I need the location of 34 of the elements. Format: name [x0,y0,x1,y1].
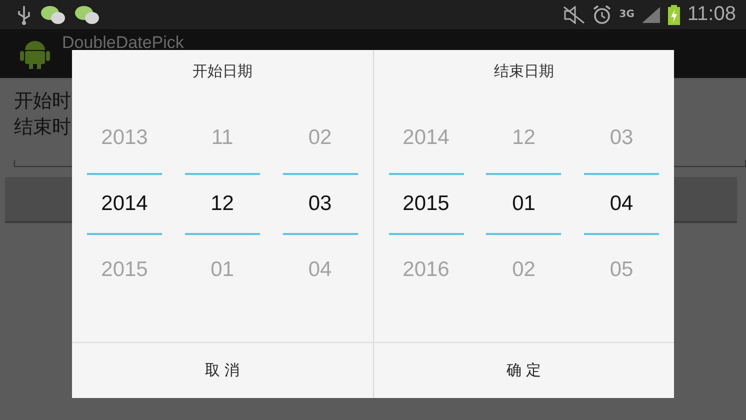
dialog-button[interactable]: 确 定 [372,343,674,398]
wheel-value[interactable]: 2014 [388,109,464,167]
battery-charging-icon [668,4,680,24]
wheel-value[interactable]: 04 [282,241,358,299]
wheel-value[interactable]: 2015 [87,241,162,299]
wheel-value[interactable]: 01 [184,241,260,299]
alarm-icon [592,4,612,24]
selected-value[interactable]: 04 [584,173,659,235]
network-label: 3G [619,9,634,20]
signal-icon [641,6,662,24]
chat-icon [40,4,66,24]
app-title: DoubleDatePick [62,34,184,52]
usb-icon [16,4,32,24]
panel-title: 开始日期 [191,62,254,81]
chat-icon [74,4,100,24]
wheel-value[interactable]: 11 [184,109,260,167]
mute-icon [563,6,586,24]
wheel-value[interactable]: 02 [282,109,358,167]
selected-value[interactable]: 03 [282,173,358,235]
clock: 11:08 [687,3,736,26]
selected-value[interactable]: 2015 [388,173,464,235]
wheel-value[interactable]: 2016 [388,241,464,299]
label-text: 开始时 [14,89,71,114]
selected-value[interactable]: 12 [184,173,260,235]
dialog-button[interactable]: 取 消 [72,343,372,398]
wheel-value[interactable]: 05 [584,241,659,299]
wheel-value[interactable]: 12 [486,109,562,167]
selected-value[interactable]: 2014 [87,173,162,235]
label-text: 结束时 [14,115,71,140]
wheel-value[interactable]: 03 [584,109,659,167]
wheel-value[interactable]: 02 [486,241,562,299]
selected-value[interactable]: 01 [486,173,562,235]
wheel-value[interactable]: 2013 [87,109,162,167]
panel-title: 结束日期 [492,62,555,81]
